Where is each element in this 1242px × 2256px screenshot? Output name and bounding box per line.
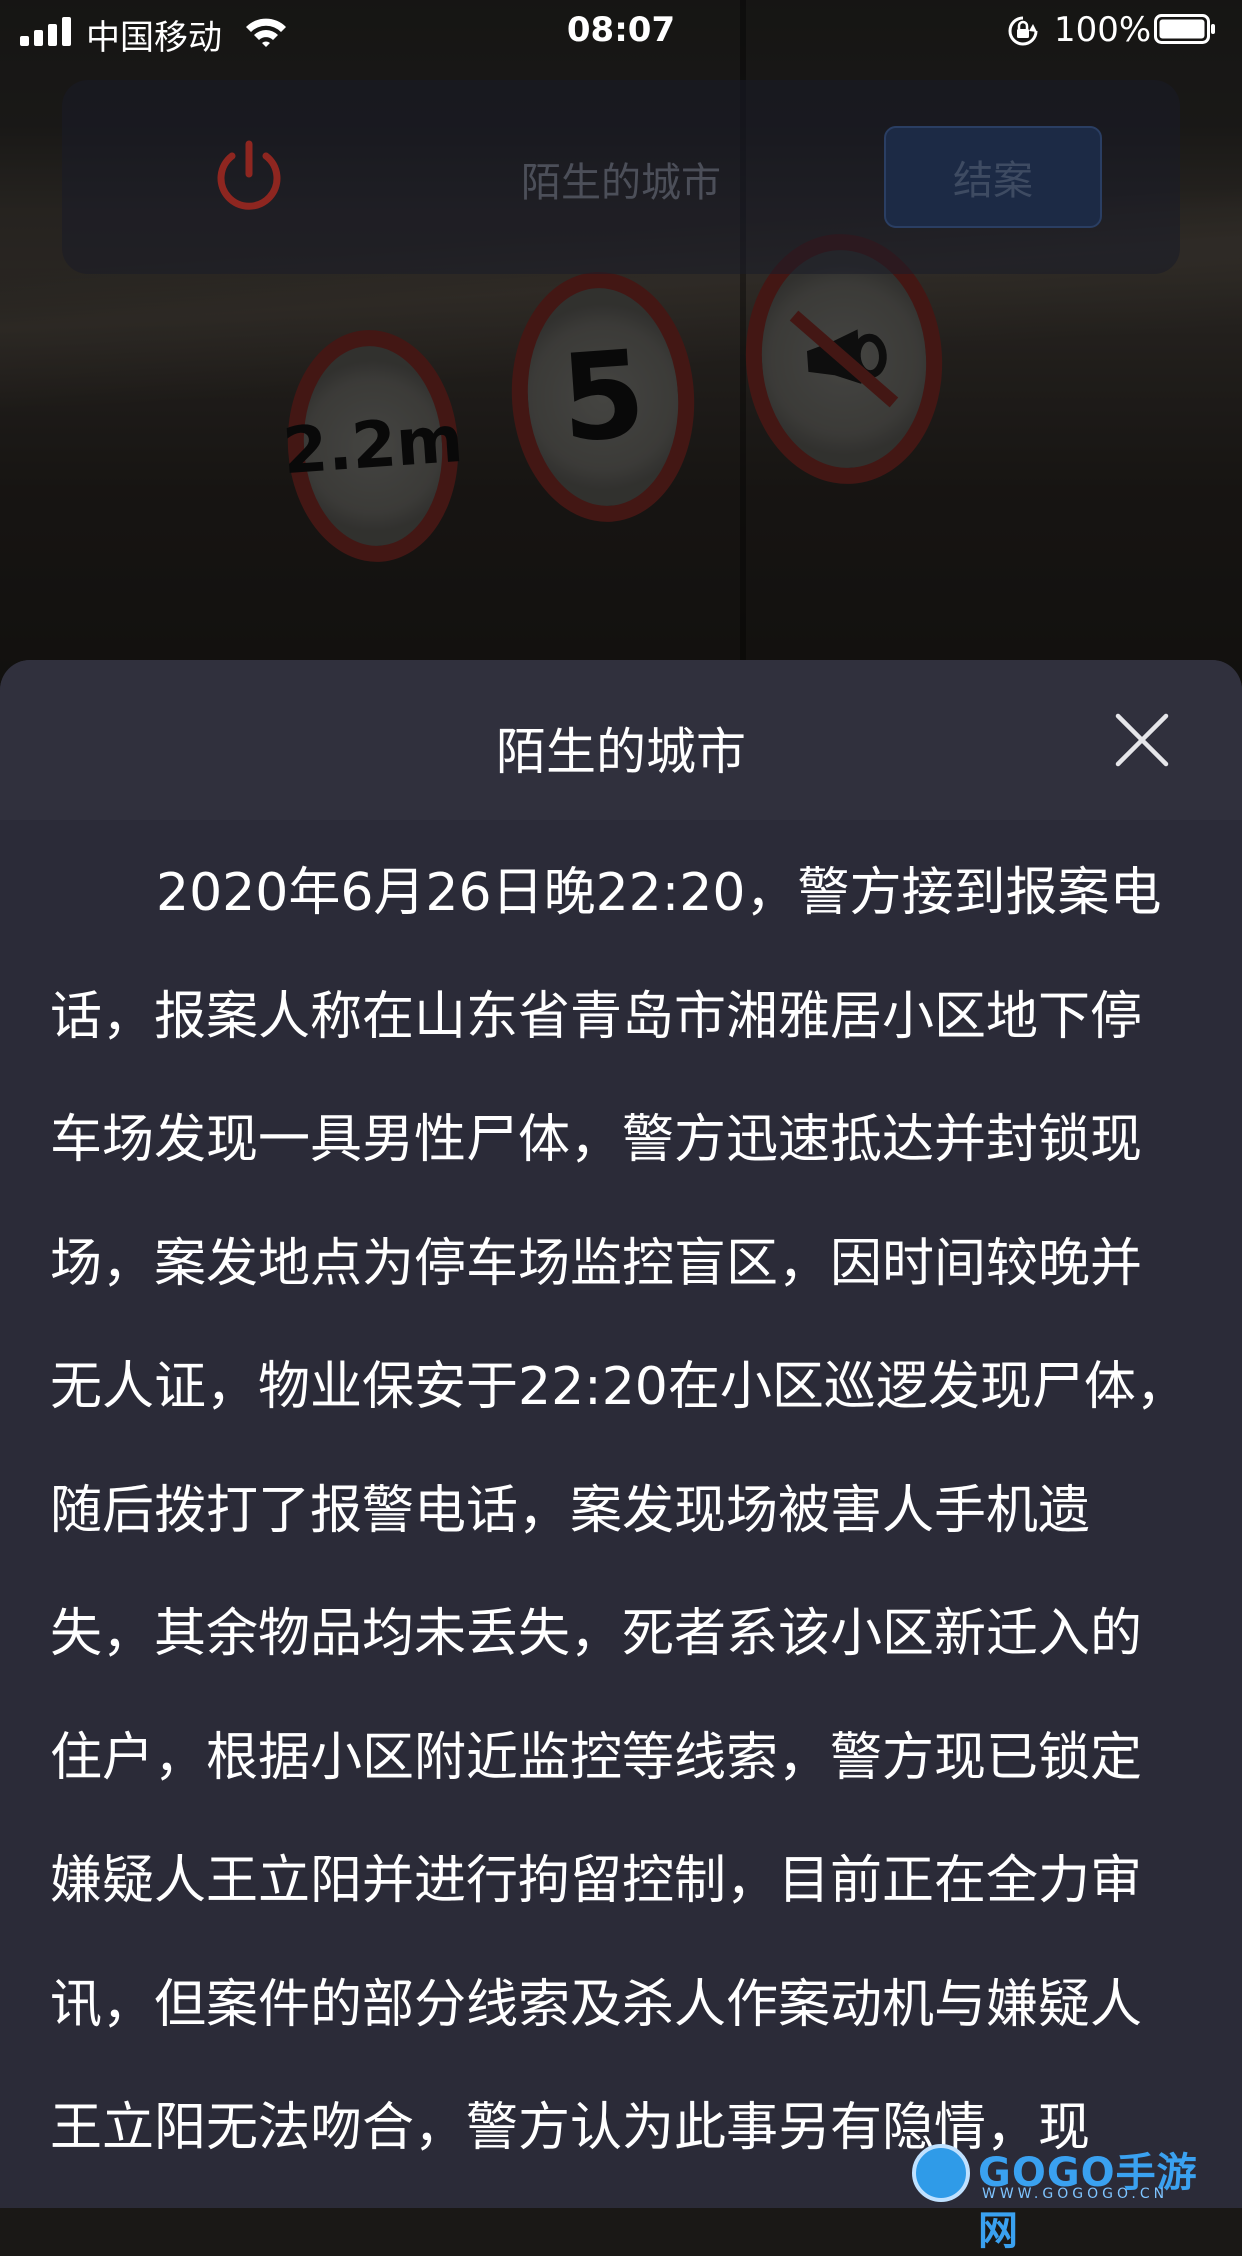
rotation-lock-icon xyxy=(1008,16,1038,46)
status-bar: 中国移动 08:07 100% xyxy=(0,0,1242,62)
battery-icon xyxy=(1154,14,1215,44)
watermark-url: WWW.GOGOGO.CN xyxy=(982,2186,1169,2202)
watermark: GOGO手游网 WWW.GOGOGO.CN xyxy=(912,2140,1212,2254)
watermark-logo-icon xyxy=(912,2144,970,2202)
battery-percent: 100% xyxy=(1054,10,1152,50)
close-icon[interactable] xyxy=(1114,712,1170,768)
sheet-title: 陌生的城市 xyxy=(496,723,746,781)
case-top-bar: 陌生的城市 结案 xyxy=(62,80,1180,274)
close-case-button[interactable]: 结案 xyxy=(884,126,1102,228)
sheet-header: 陌生的城市 xyxy=(0,660,1242,820)
case-description: 2020年6月26日晚22:20，警方接到报案电话，报案人称在山东省青岛市湘雅居… xyxy=(50,863,1188,2158)
case-detail-sheet: 陌生的城市 2020年6月26日晚22:20，警方接到报案电话，报案人称在山东省… xyxy=(0,660,1242,2208)
